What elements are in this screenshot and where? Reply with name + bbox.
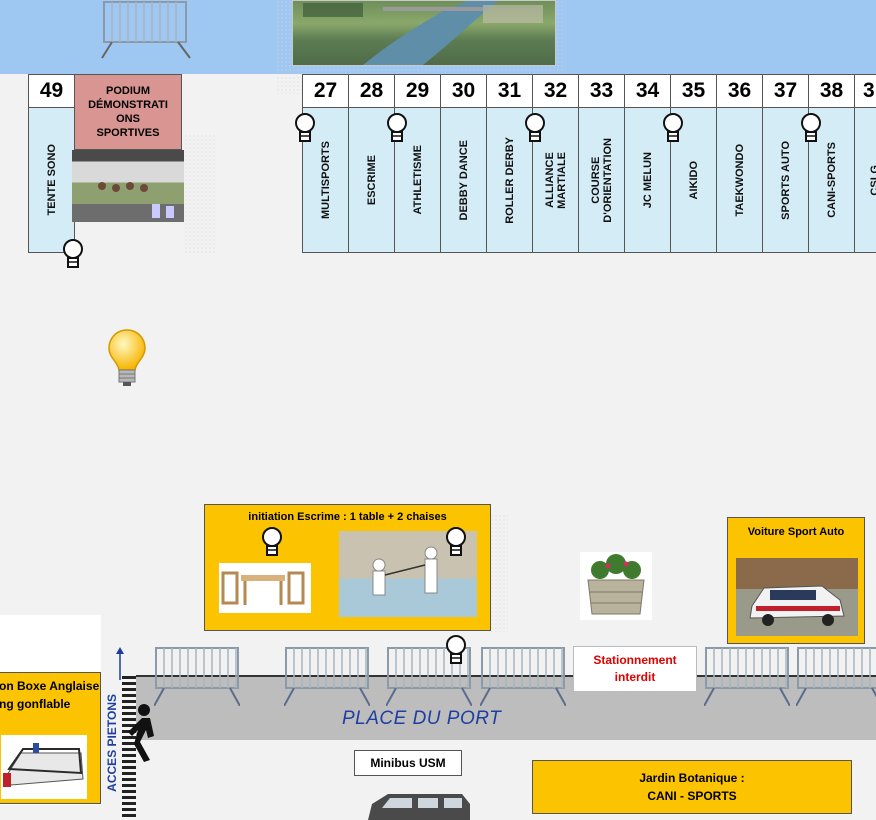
stand-label: CANI-SPORTS — [825, 142, 838, 218]
stand-label: JC MELUN — [641, 151, 654, 209]
planter-photo — [580, 552, 652, 620]
boxe-box: on Boxe Anglaise ng gonflable — [0, 672, 101, 804]
pedestrian-icon — [128, 704, 154, 762]
dotted-backdrop-escrime — [490, 514, 508, 632]
stage-people-icon — [98, 182, 174, 218]
arrow-up-icon — [116, 647, 124, 680]
lightbulb-icon — [801, 113, 821, 142]
voiture-box: Voiture Sport Auto — [727, 517, 865, 644]
boxe-line1: on Boxe Anglaise — [0, 679, 100, 693]
podium-box: PODIUM DÉMONSTRATI ONS SPORTIVES — [74, 74, 182, 150]
stand-number: 37 — [762, 74, 809, 108]
stand-label: MULTISPORTS — [319, 140, 332, 219]
stand-number: 31 — [486, 74, 533, 108]
stand-body: DEBBY DANCE — [440, 107, 487, 253]
lightbulb-icon — [387, 113, 407, 142]
barrier-icon — [284, 647, 370, 706]
stand-label: ALLIANCE MARTIALE — [543, 151, 568, 209]
lightbulb-icon — [446, 635, 466, 664]
lit-lightbulb-icon — [108, 329, 146, 386]
stand-number: 38 — [808, 74, 855, 108]
minibus-label: Minibus USM — [354, 750, 462, 776]
boxe-line2: ng gonflable — [0, 697, 71, 711]
stand-label: ATHLETISME — [411, 145, 424, 215]
escrime-box: initiation Escrime : 1 table + 2 chaises — [204, 504, 491, 631]
acces-label: ACCES PIETONS — [105, 694, 119, 792]
stand-number: 32 — [532, 74, 579, 108]
lightbulb-icon — [63, 239, 83, 268]
voiture-title: Voiture Sport Auto — [747, 526, 845, 538]
boxing-ring-icon — [3, 743, 84, 787]
jardin-line1: Jardin Botanique : — [639, 771, 745, 785]
lightbulb-icon — [295, 113, 315, 142]
river-icon — [303, 1, 543, 65]
podium-stage-photo — [72, 150, 184, 222]
stand-body: CSLG — [854, 107, 876, 253]
stand-label: DEBBY DANCE — [457, 139, 470, 221]
podium-label: PODIUM DÉMONSTRATI ONS SPORTIVES — [88, 85, 168, 139]
stand-label: AIKIDO — [687, 160, 700, 200]
stand-number: 36 — [716, 74, 763, 108]
lightbulb-icon — [663, 113, 683, 142]
barrier-icon — [480, 647, 566, 706]
no-parking-label: Stationnement interdit — [593, 653, 677, 684]
place-label: PLACE DU PORT — [342, 708, 502, 729]
barrier-icon — [796, 647, 876, 706]
stand-49-label: TENTE SONO — [45, 144, 58, 216]
no-parking-sign: Stationnement interdit — [573, 646, 697, 692]
stand-number: 3 — [854, 74, 876, 108]
jardin-line2: CANI - SPORTS — [647, 789, 737, 803]
lightbulb-icon — [525, 113, 545, 142]
stand-49-number: 49 — [28, 74, 75, 108]
table-chairs-photo — [219, 563, 311, 613]
stand-label: TAEKWONDO — [733, 143, 746, 217]
aerial-river-photo — [292, 0, 556, 66]
rally-car-photo — [736, 558, 858, 636]
stand-body: TAEKWONDO — [716, 107, 763, 253]
stand-body: COURSE D'ORIENTATION — [578, 107, 625, 253]
boxing-ring-photo — [1, 735, 87, 799]
pedestrian-access: ACCES PIETONS — [104, 678, 120, 808]
barrier-icon — [704, 647, 790, 706]
stand-number: 33 — [578, 74, 625, 108]
rally-car-icon — [749, 585, 845, 626]
barrier-icon — [101, 1, 191, 59]
stand-number: 27 — [302, 74, 349, 108]
stand-label: ESCRIME — [365, 154, 378, 206]
stand-label: CSLG — [869, 164, 876, 196]
stand-number: 29 — [394, 74, 441, 108]
jardin-box: Jardin Botanique : CANI - SPORTS — [532, 760, 852, 814]
escrime-title: initiation Escrime : 1 table + 2 chaises — [248, 511, 447, 523]
barrier-icon — [154, 647, 240, 706]
planter-icon — [587, 554, 645, 615]
stand-49-body: TENTE SONO — [28, 107, 75, 253]
dotted-backdrop-podium — [184, 134, 216, 254]
table-chairs-icon — [221, 571, 305, 605]
stand-number: 28 — [348, 74, 395, 108]
stand-number: 35 — [670, 74, 717, 108]
stand-label: ROLLER DERBY — [503, 136, 516, 224]
lightbulb-icon — [262, 527, 282, 556]
stand-label: SPORTS AUTO — [779, 140, 792, 220]
stand-number: 30 — [440, 74, 487, 108]
stand-number: 34 — [624, 74, 671, 108]
lightbulb-icon — [446, 527, 466, 556]
minibus-icon — [368, 794, 470, 820]
stand-label: COURSE D'ORIENTATION — [589, 137, 614, 223]
